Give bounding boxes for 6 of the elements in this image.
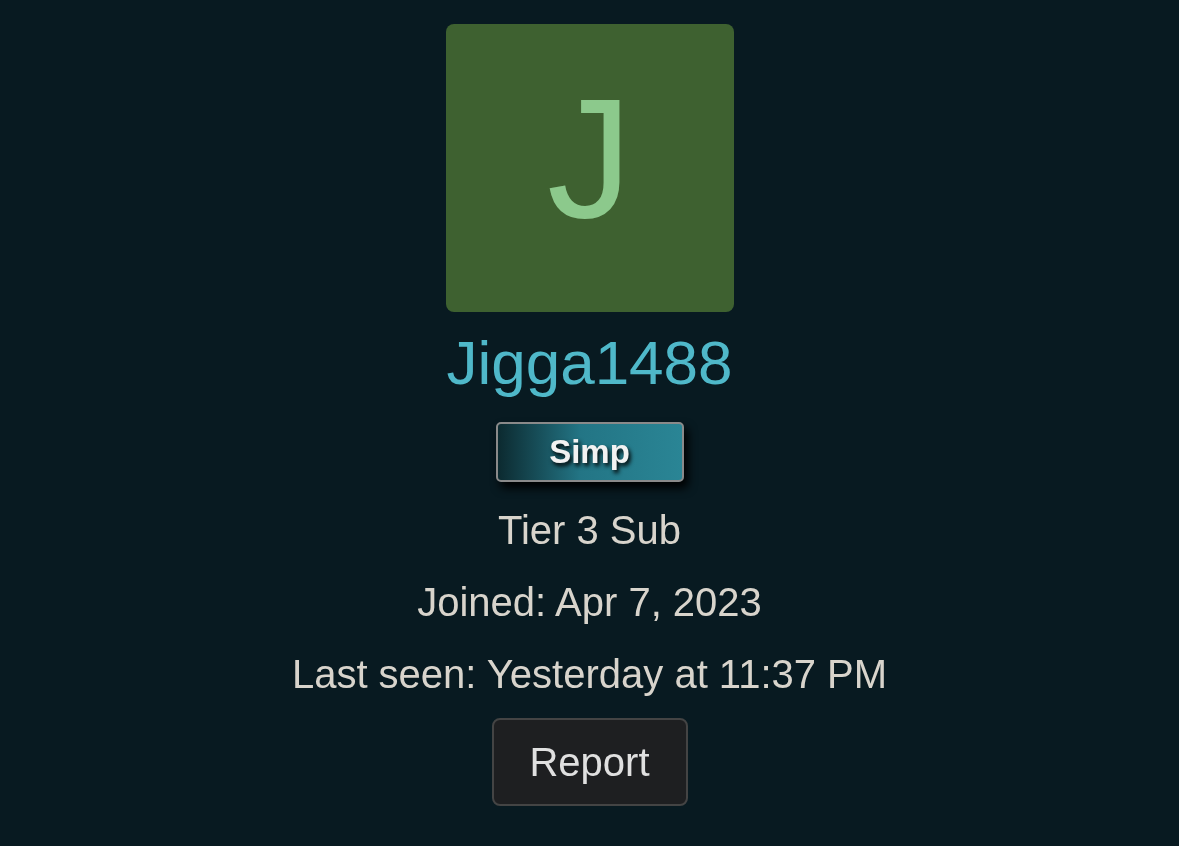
last-seen: Last seen: Yesterday at 11:37 PM <box>291 654 888 694</box>
user-title-badge: Simp <box>495 422 684 482</box>
report-button[interactable]: Report <box>491 718 688 806</box>
member-rank: Tier 3 Sub <box>497 510 681 550</box>
joined-date: Joined: Apr 7, 2023 <box>417 582 762 622</box>
avatar: J <box>445 24 734 312</box>
